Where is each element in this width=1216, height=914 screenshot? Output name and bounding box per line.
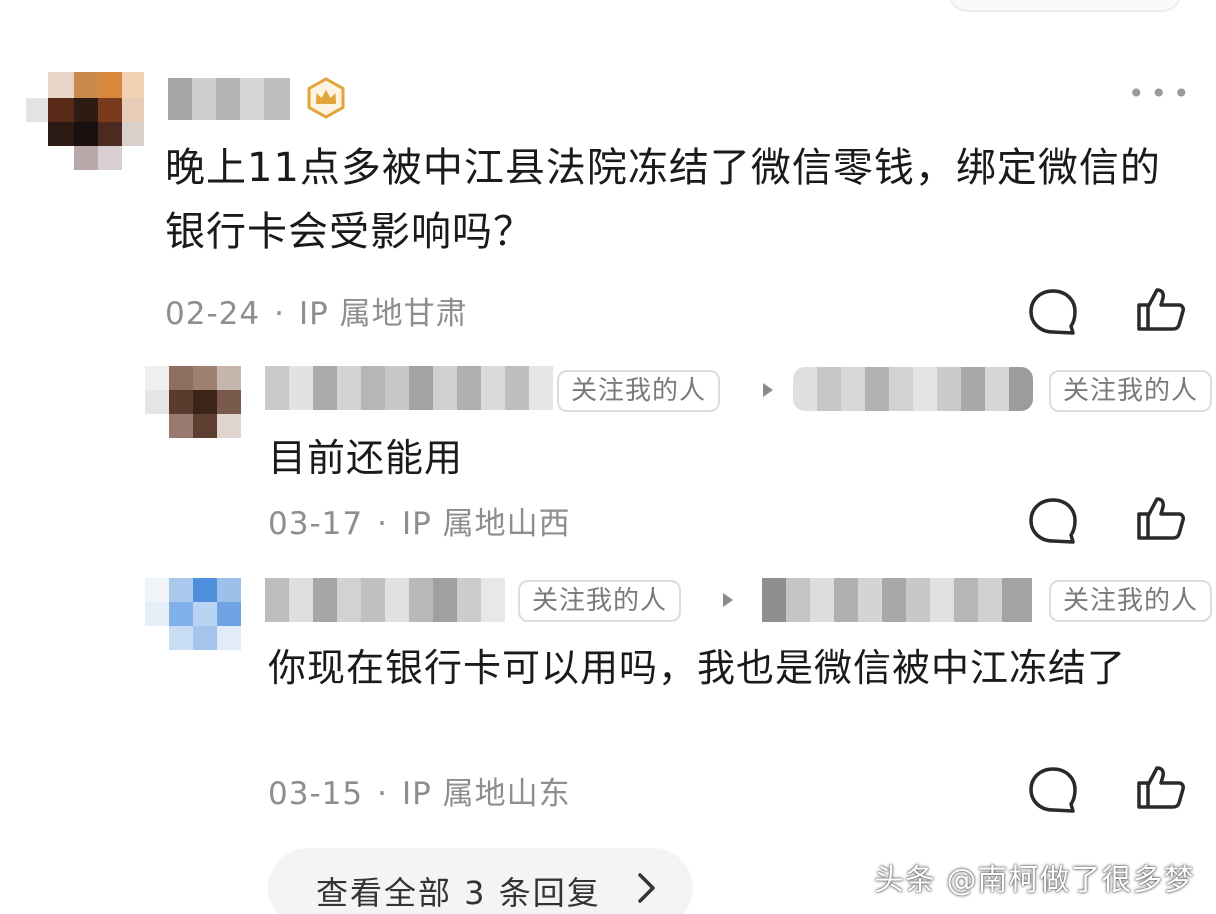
more-icon[interactable]: ••• (1128, 80, 1196, 108)
reply-date: 03-15 (268, 776, 364, 812)
comment-thread: ••• 晚上11点多被中江县法院冻结了微信零钱，绑定微信的银行卡会受影响吗？ 0… (0, 0, 1216, 914)
reply-username-blurred[interactable] (265, 366, 553, 410)
reply-text: 你现在银行卡可以用吗，我也是微信被中江冻结了 (268, 646, 1127, 690)
reply-text: 目前还能用 (268, 436, 464, 480)
reply-date: 03-17 (268, 506, 364, 542)
reply-username-blurred[interactable] (265, 578, 505, 622)
comment-icon[interactable] (1028, 287, 1078, 337)
target-follow-tag[interactable]: 关注我的人 (1049, 370, 1213, 412)
reply-target-username-blurred[interactable] (762, 578, 1032, 622)
main-comment-meta: 02-24 · IP 属地甘肃 (165, 296, 468, 332)
username-blurred[interactable] (168, 78, 290, 120)
comment-date: 02-24 (165, 296, 261, 332)
reply-ip-location: IP 属地山东 (401, 776, 571, 812)
view-all-replies-label: 查看全部 3 条回复 (316, 874, 601, 912)
comment-icon[interactable] (1028, 496, 1078, 546)
comment-ip-location: IP 属地甘肃 (298, 296, 468, 332)
like-icon[interactable] (1136, 762, 1186, 812)
crown-badge-icon (307, 77, 345, 119)
like-icon[interactable] (1136, 284, 1186, 334)
chevron-right-icon (638, 873, 655, 903)
reply-ip-location: IP 属地山西 (401, 506, 571, 542)
avatar[interactable] (26, 72, 146, 172)
top-button-edge[interactable] (948, 0, 1182, 12)
follow-tag[interactable]: 关注我的人 (518, 580, 682, 622)
reply-to-arrow-icon (763, 383, 773, 397)
reply-target-username-blurred[interactable] (793, 367, 1033, 411)
like-icon[interactable] (1136, 493, 1186, 543)
reply-meta: 03-15 · IP 属地山东 (268, 776, 571, 812)
main-comment-text: 晚上11点多被中江县法院冻结了微信零钱，绑定微信的银行卡会受影响吗？ (165, 145, 1161, 255)
comment-icon[interactable] (1028, 765, 1078, 815)
reply-to-arrow-icon (723, 593, 733, 607)
reply-avatar[interactable] (145, 578, 241, 650)
view-all-replies-button[interactable]: 查看全部 3 条回复 (268, 848, 693, 914)
reply-meta: 03-17 · IP 属地山西 (268, 506, 571, 542)
follow-tag[interactable]: 关注我的人 (557, 370, 721, 412)
target-follow-tag[interactable]: 关注我的人 (1049, 580, 1213, 622)
watermark: 头条 @南柯做了很多梦 (874, 863, 1195, 898)
reply-avatar[interactable] (145, 366, 241, 438)
